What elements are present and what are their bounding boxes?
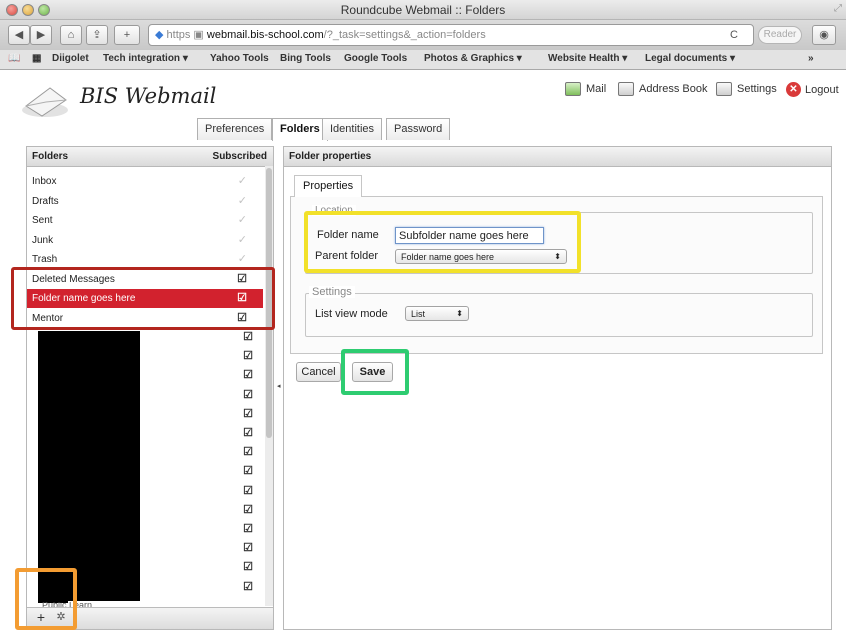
logo-envelope-icon <box>22 87 68 117</box>
subscribed-checkbox[interactable]: ☑ <box>240 349 256 362</box>
folder-properties-header: Folder properties <box>284 147 831 167</box>
topnav-settings[interactable]: Settings <box>716 82 777 96</box>
folder-name-label: Inbox <box>32 176 57 187</box>
settings-legend: Settings <box>309 286 355 298</box>
downloads-icon[interactable]: ◉ <box>812 25 836 45</box>
folders-panel-header: Folders Subscribed <box>27 147 273 167</box>
subscribed-checkbox[interactable]: ☑ <box>240 560 256 573</box>
subscribed-checkbox[interactable]: ☑ <box>240 580 256 593</box>
tab-properties[interactable]: Properties <box>294 175 363 197</box>
subscribed-checkbox: ✓ <box>237 195 247 207</box>
folder-row[interactable]: Sent ✓ <box>27 211 263 230</box>
list-view-mode-value: List <box>411 309 426 319</box>
bookmarks-bar: 📖 ▦ Diigolet Tech integration ▾ Yahoo To… <box>0 50 846 70</box>
bookmarks-overflow-button[interactable]: » <box>808 53 814 64</box>
forward-button[interactable]: ▶ <box>30 25 52 45</box>
folder-name-label: Drafts <box>32 196 59 207</box>
settings-icon <box>716 82 732 96</box>
subscribed-checkbox[interactable]: ☑ <box>240 503 256 516</box>
highlight-red-folder-box <box>11 267 275 330</box>
subscribed-checkbox[interactable]: ☑ <box>240 407 256 420</box>
subscribed-checkbox: ✓ <box>237 214 247 226</box>
topnav-logout-label: Logout <box>805 83 839 96</box>
bookmark-legal-documents[interactable]: Legal documents ▾ <box>645 53 735 64</box>
address-book-icon <box>618 82 634 96</box>
bookmark-yahoo-tools[interactable]: Yahoo Tools <box>210 53 269 64</box>
folder-name-label: Trash <box>32 254 58 265</box>
list-view-mode-label: List view mode <box>315 308 388 320</box>
share-icon[interactable]: ⇪ <box>86 25 108 45</box>
folder-row[interactable]: Junk ✓ <box>27 231 263 250</box>
top-sites-icon[interactable]: ▦ <box>32 53 41 64</box>
splitter-handle-icon[interactable]: ◂ <box>277 382 281 390</box>
tab-password[interactable]: Password <box>386 118 451 140</box>
url-host: webmail.bis-school.com <box>206 29 324 41</box>
address-bar[interactable]: ◆ https ▣ webmail.bis-school.com/?_task=… <box>148 24 754 46</box>
select-arrows-icon: ⬍ <box>456 309 463 318</box>
reload-button[interactable]: C <box>730 29 738 41</box>
back-button[interactable]: ◀ <box>8 25 30 45</box>
subscribed-checkbox[interactable]: ☑ <box>240 388 256 401</box>
globe-icon: ◆ <box>155 29 167 41</box>
subscribed-checkbox[interactable]: ☑ <box>240 368 256 381</box>
highlight-orange-add-box <box>15 568 77 630</box>
topnav-logout[interactable]: ✕ Logout <box>786 82 839 97</box>
url-path: /?_task=settings&_action=folders <box>323 29 486 41</box>
subscribed-checkbox[interactable]: ☑ <box>240 445 256 458</box>
topnav-address-book[interactable]: Address Book <box>618 82 707 96</box>
list-view-mode-select[interactable]: List ⬍ <box>405 306 469 321</box>
bookmark-diigolet[interactable]: Diigolet <box>52 53 89 64</box>
folder-row[interactable]: Drafts ✓ <box>27 192 263 211</box>
bookmark-website-health[interactable]: Website Health ▾ <box>548 53 627 64</box>
bookmark-photos-graphics[interactable]: Photos & Graphics ▾ <box>424 53 522 64</box>
topnav-mail-label: Mail <box>586 83 607 95</box>
reading-list-icon[interactable]: 📖 <box>8 53 20 64</box>
topnav-mail[interactable]: Mail <box>565 82 606 96</box>
window-title: Roundcube Webmail :: Folders <box>340 3 506 17</box>
highlight-green-save-box <box>341 349 409 395</box>
subscribed-checkbox[interactable]: ☑ <box>240 464 256 477</box>
url-scheme: https <box>166 29 191 41</box>
highlight-yellow-name-box <box>304 211 581 273</box>
redacted-folders-block <box>38 331 140 601</box>
subscribed-checkbox[interactable]: ☑ <box>240 484 256 497</box>
home-icon[interactable]: ⌂ <box>60 25 82 45</box>
subscribed-header-label: Subscribed <box>212 151 267 162</box>
logout-icon: ✕ <box>786 82 801 97</box>
bookmark-google-tools[interactable]: Google Tools <box>344 53 407 64</box>
cancel-button[interactable]: Cancel <box>296 362 341 382</box>
browser-toolbar: ◀ ▶ ⌂ ⇪ + ◆ https ▣ webmail.bis-school.c… <box>0 20 846 50</box>
bookmark-tech-integration[interactable]: Tech integration ▾ <box>103 53 188 64</box>
subscribed-checkbox[interactable]: ☑ <box>240 522 256 535</box>
subscribed-checkbox[interactable]: ☑ <box>240 426 256 439</box>
bookmark-bing-tools[interactable]: Bing Tools <box>280 53 331 64</box>
fullscreen-icon[interactable]: ⤢ <box>834 3 842 14</box>
window-titlebar: Roundcube Webmail :: Folders ⤢ <box>0 0 846 20</box>
lock-icon: ▣ <box>190 29 207 41</box>
folder-row[interactable]: Inbox ✓ <box>27 172 263 191</box>
subscribed-checkbox: ✓ <box>237 175 247 187</box>
tab-identities[interactable]: Identities <box>322 118 383 140</box>
mail-icon <box>565 82 581 96</box>
topnav-settings-label: Settings <box>737 83 777 95</box>
add-bookmark-button[interactable]: + <box>114 25 140 45</box>
tab-folders[interactable]: Folders <box>272 118 328 141</box>
topnav-address-book-label: Address Book <box>639 83 708 95</box>
app-logo: BIS Webmail <box>80 84 217 108</box>
folder-name-label: Sent <box>32 215 53 226</box>
folder-name-label: Junk <box>32 235 54 246</box>
subscribed-checkbox: ✓ <box>237 234 247 246</box>
reader-button[interactable]: Reader <box>758 26 802 44</box>
subscribed-checkbox[interactable]: ☑ <box>240 541 256 554</box>
folders-header-label: Folders <box>32 151 69 162</box>
tab-preferences[interactable]: Preferences <box>197 118 273 140</box>
subscribed-checkbox[interactable]: ☑ <box>240 330 256 343</box>
